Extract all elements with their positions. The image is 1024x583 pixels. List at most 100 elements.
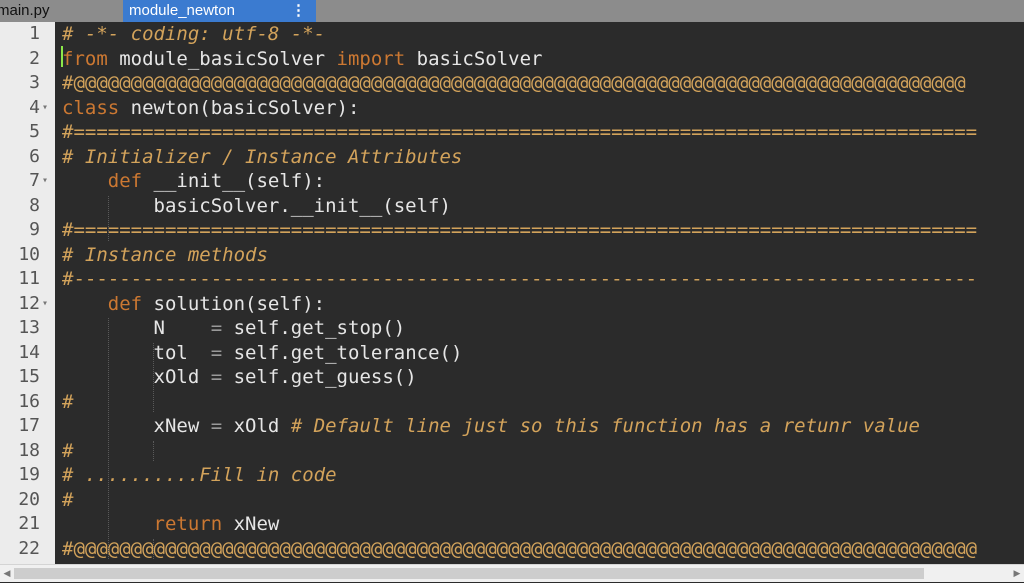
scroll-left-arrow-icon[interactable]: ◀ xyxy=(0,565,14,583)
code-line[interactable]: 7 ▾ def __init__(self): xyxy=(0,169,1024,193)
indent-guide xyxy=(153,440,155,461)
code-line[interactable]: 21 return xNew xyxy=(0,512,1024,536)
line-number: 6 xyxy=(29,145,40,167)
code-token: = xyxy=(210,366,223,388)
code-text: class newton(basicSolver): xyxy=(62,96,359,120)
code-line[interactable]: 4 ▾ class newton(basicSolver): xyxy=(0,96,1024,120)
tab-label: module_newton xyxy=(129,2,235,19)
tab-menu-icon[interactable]: ⋮ xyxy=(291,0,306,22)
code-line[interactable]: 8 basicSolver.__init__(self) xyxy=(0,194,1024,218)
code-text: # xyxy=(62,439,73,463)
code-token: = xyxy=(210,317,223,339)
code-text: #@@@@@@@@@@@@@@@@@@@@@@@@@@@@@@@@@@@@@@@… xyxy=(62,537,977,561)
indent-guide xyxy=(153,538,155,559)
line-number: 13 xyxy=(18,317,40,338)
code-token: #=======================================… xyxy=(62,219,978,241)
code-line[interactable]: 10 # Instance methods xyxy=(0,243,1024,267)
code-text: # Initializer / Instance Attributes xyxy=(62,145,462,169)
code-line[interactable]: 3 #@@@@@@@@@@@@@@@@@@@@@@@@@@@@@@@@@@@@@@… xyxy=(0,71,1024,95)
code-text: # Instance methods xyxy=(62,243,268,267)
fold-arrow-icon[interactable]: ▾ xyxy=(42,292,48,316)
code-line[interactable]: 20 # xyxy=(0,488,1024,512)
tab-module-newton[interactable]: module_newton ⋮ xyxy=(123,0,316,22)
fold-arrow-icon[interactable]: ▾ xyxy=(42,169,48,193)
line-number: 8 xyxy=(29,194,40,216)
line-number: 17 xyxy=(18,415,40,436)
code-text: xNew = xOld # Default line just so this … xyxy=(62,414,920,438)
code-token: # -*- coding: utf-8 -*- xyxy=(62,23,326,45)
code-text: # -*- coding: utf-8 -*- xyxy=(62,22,325,46)
code-text: xOld = self.get_guess() xyxy=(62,365,417,389)
code-token: # xyxy=(62,439,74,462)
code-token: xOld xyxy=(222,415,291,437)
code-line[interactable]: 11 #-------------------------------------… xyxy=(0,267,1024,291)
code-line[interactable]: 9 #======================================… xyxy=(0,218,1024,242)
code-line[interactable]: 19 # ..........Fill in code xyxy=(0,463,1024,487)
code-line[interactable]: 13 N = self.get_stop() xyxy=(0,316,1024,340)
code-text: #=======================================… xyxy=(62,120,977,144)
code-token: xOld xyxy=(62,366,211,388)
line-number: 11 xyxy=(18,268,40,289)
code-token: # xyxy=(62,390,74,413)
indent-guide xyxy=(108,318,110,559)
code-text: def __init__(self): xyxy=(62,169,325,193)
line-number: 5 xyxy=(29,121,40,142)
code-token: # Initializer / Instance Attributes xyxy=(62,145,463,168)
code-text: # ..........Fill in code xyxy=(62,463,337,487)
line-number: 19 xyxy=(18,464,40,485)
line-number: 3 xyxy=(29,72,40,93)
code-line[interactable]: 1 # -*- coding: utf-8 -*- xyxy=(0,22,1024,46)
code-token: self.get_stop() xyxy=(222,317,406,339)
code-token: basicSolver xyxy=(405,47,543,70)
code-token: xNew xyxy=(222,513,280,535)
code-token: # Default line just so this function has… xyxy=(290,415,920,437)
scroll-right-arrow-icon[interactable]: ▶ xyxy=(1010,565,1024,583)
line-number: 20 xyxy=(18,488,40,510)
indent-guide xyxy=(108,195,110,241)
code-line[interactable]: 5 #======================================… xyxy=(0,120,1024,144)
code-token: tol xyxy=(62,341,211,364)
code-line[interactable]: 12 ▾ def solution(self): xyxy=(0,292,1024,316)
code-token: basicSolver.__init__(self) xyxy=(62,194,451,217)
code-text: #---------------------------------------… xyxy=(62,267,977,291)
code-token: #@@@@@@@@@@@@@@@@@@@@@@@@@@@@@@@@@@@@@@@… xyxy=(62,72,966,94)
line-number: 9 xyxy=(29,219,40,240)
text-cursor xyxy=(61,46,63,67)
code-token: def xyxy=(107,170,143,192)
code-text: def solution(self): xyxy=(62,292,325,316)
code-line[interactable]: 6 # Initializer / Instance Attributes xyxy=(0,145,1024,169)
code-token: xNew xyxy=(62,415,211,437)
line-number: 22 xyxy=(18,537,40,559)
code-text: # xyxy=(62,390,73,414)
code-token: self.get_guess() xyxy=(222,366,417,388)
code-line[interactable]: 17 xNew = xOld # Default line just so th… xyxy=(0,414,1024,438)
line-number: 12 xyxy=(18,292,40,314)
tab-bar: main.py module_newton ⋮ xyxy=(0,0,1024,22)
code-token: class xyxy=(62,96,120,119)
code-token: = xyxy=(210,341,223,364)
code-token: self.get_tolerance() xyxy=(222,341,463,364)
code-token: #=======================================… xyxy=(62,121,978,143)
scrollbar-thumb[interactable] xyxy=(14,568,924,579)
code-token: module_basicSolver xyxy=(107,47,337,70)
code-token: #@@@@@@@@@@@@@@@@@@@@@@@@@@@@@@@@@@@@@@@… xyxy=(62,537,978,560)
code-editor[interactable]: 1 # -*- coding: utf-8 -*- 2 from module_bas… xyxy=(0,22,1024,564)
line-number: 18 xyxy=(18,439,40,461)
code-token: # Instance methods xyxy=(62,243,268,266)
tab-main-py[interactable]: main.py xyxy=(0,0,115,22)
line-number: 21 xyxy=(18,513,40,534)
line-number: 15 xyxy=(18,366,40,387)
code-line[interactable]: 2 from module_basicSolver import basicSol… xyxy=(0,47,1024,71)
horizontal-scrollbar[interactable]: ◀ ▶ xyxy=(0,564,1024,582)
indent-guide xyxy=(153,342,155,412)
code-text: return xNew xyxy=(62,512,280,536)
fold-arrow-icon[interactable]: ▾ xyxy=(42,96,48,120)
line-number: 7 xyxy=(29,170,40,191)
code-text: from module_basicSolver import basicSolv… xyxy=(62,47,542,71)
code-token: __init__(self): xyxy=(142,170,326,192)
code-token: = xyxy=(210,415,223,437)
code-token: def xyxy=(107,292,143,315)
line-number: 2 xyxy=(29,47,40,69)
code-text: # xyxy=(62,488,73,512)
